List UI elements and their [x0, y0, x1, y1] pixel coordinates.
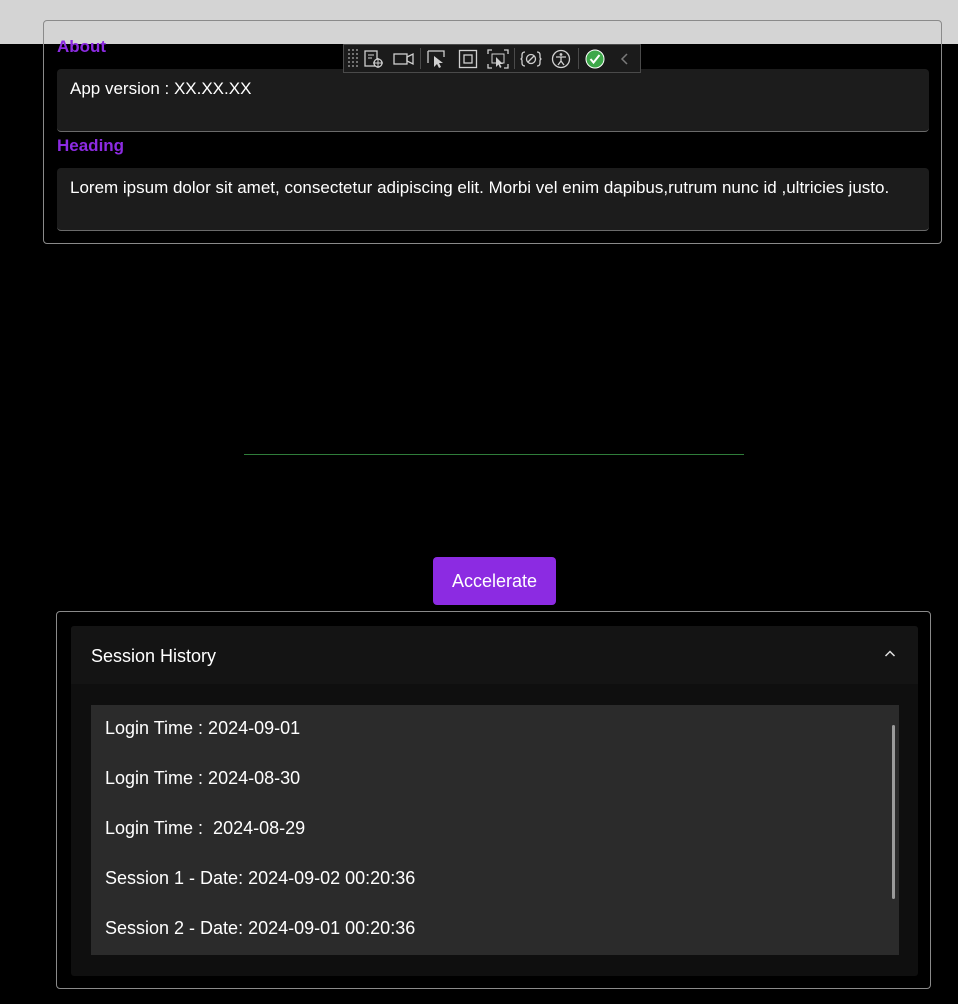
list-item[interactable]: Login Time : 2024-09-01	[105, 718, 300, 739]
list-item[interactable]: Session 1 - Date: 2024-09-02 00:20:36	[105, 868, 415, 889]
xaml-debug-toolbar	[343, 44, 641, 73]
session-history-card: Session History Login Time : 2024-09-01 …	[56, 611, 931, 989]
session-history-expander: Session History Login Time : 2024-09-01 …	[71, 626, 918, 976]
binding-failures-icon[interactable]	[516, 45, 546, 72]
grip-icon[interactable]	[347, 48, 359, 69]
heading-text: Lorem ipsum dolor sit amet, consectetur …	[70, 178, 890, 197]
toolbar-separator	[420, 48, 422, 69]
session-history-header[interactable]: Session History	[71, 626, 918, 684]
track-focused-element-icon[interactable]	[483, 45, 513, 72]
display-layout-adorners-icon[interactable]	[452, 45, 482, 72]
divider-line	[244, 454, 744, 455]
hot-reload-ok-icon[interactable]	[579, 45, 609, 72]
app-version-text: App version : XX.XX.XX	[70, 79, 252, 98]
list-item[interactable]: Login Time : 2024-08-29	[105, 818, 305, 839]
live-visual-tree-icon[interactable]	[359, 45, 389, 72]
session-history-list[interactable]: Login Time : 2024-09-01 Login Time : 202…	[91, 705, 899, 955]
toolbar-separator	[514, 48, 515, 69]
list-item[interactable]: Session 2 - Date: 2024-09-01 00:20:36	[105, 918, 415, 939]
heading-title: Heading	[57, 136, 125, 155]
collapse-chevron-icon[interactable]	[610, 45, 640, 72]
toolbar-separator	[577, 48, 579, 69]
app-version-field: App version : XX.XX.XX	[57, 69, 929, 132]
chevron-up-icon[interactable]	[882, 646, 898, 662]
select-element-icon[interactable]	[422, 45, 452, 72]
vertical-scrollbar[interactable]	[892, 725, 895, 899]
heading-text-field: Lorem ipsum dolor sit amet, consectetur …	[57, 168, 929, 231]
list-item[interactable]: Login Time : 2024-08-30	[105, 768, 300, 789]
accelerate-button[interactable]: Accelerate	[433, 557, 556, 605]
accessibility-icon[interactable]	[546, 45, 576, 72]
session-history-title: Session History	[91, 646, 217, 666]
record-icon[interactable]	[389, 45, 419, 72]
about-title: About	[57, 37, 107, 56]
